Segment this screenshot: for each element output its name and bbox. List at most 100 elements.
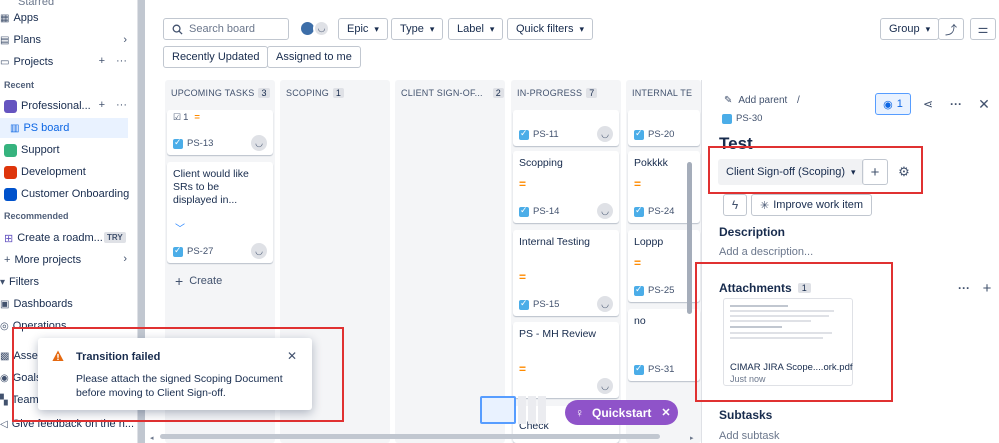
issue-key-text: PS-24: [648, 206, 675, 217]
column-title: INTERNAL TE: [632, 88, 693, 98]
scroll-right-icon[interactable]: ▸: [690, 434, 698, 442]
more-icon[interactable]: ···: [116, 55, 127, 67]
sidebar-item-feedback[interactable]: ◁ Give feedback on the n...: [0, 414, 134, 434]
card-ps-11[interactable]: PS-11 ◡: [513, 110, 619, 146]
sidebar-item-create-roadmap[interactable]: ⊞ Create a roadm...: [4, 228, 103, 248]
sidebar-item-development[interactable]: Development: [4, 162, 86, 182]
card-ps-31[interactable]: no PS-31: [628, 309, 700, 381]
add-subtask-field[interactable]: Add subtask: [719, 430, 780, 442]
sidebar-item-assets[interactable]: ▩ Asset: [0, 346, 41, 366]
minimap-viewport[interactable]: [480, 396, 516, 424]
task-icon: [173, 245, 183, 257]
quickstart-button[interactable]: ♀ Quickstart ✕: [565, 400, 678, 425]
assignee-avatar-icon[interactable]: ◡: [251, 135, 267, 151]
lightning-icon[interactable]: ϟ: [723, 194, 747, 216]
epic-filter-button[interactable]: Epic ▾: [338, 18, 388, 40]
priority-low-icon: ﹀: [175, 224, 185, 235]
type-filter-button[interactable]: Type ▾: [391, 18, 444, 40]
issue-key: PS-25: [634, 284, 674, 296]
description-field[interactable]: Add a description...: [719, 246, 813, 258]
share-icon[interactable]: ⋖: [916, 93, 940, 115]
sidebar-item-goals[interactable]: ◉ Goals: [0, 368, 41, 388]
sidebar-item-plans[interactable]: ▤ Plans: [0, 30, 41, 50]
add-parent-label: Add parent: [738, 95, 788, 106]
attachment-card[interactable]: CIMAR JIRA Scope....ork.pdf Just now: [723, 298, 853, 386]
assignee-avatar-icon[interactable]: ◡: [597, 378, 613, 394]
lightbulb-icon: ♀: [575, 405, 584, 420]
status-dropdown[interactable]: Client Sign-off (Scoping) ▾: [718, 159, 864, 185]
sidebar-item-filters[interactable]: ▾ Filters: [0, 272, 39, 292]
improve-work-item-button[interactable]: ✳ Improve work item: [751, 194, 873, 216]
attachments-count: 1: [797, 283, 811, 293]
eye-icon: ◉: [883, 98, 893, 111]
sidebar-item-support[interactable]: Support: [4, 140, 60, 160]
assignee-avatar-icon[interactable]: ◡: [251, 243, 267, 259]
column-header: IN-PROGRESS 7: [517, 88, 598, 98]
add-icon[interactable]: +: [862, 159, 888, 185]
card-ps-14[interactable]: Scopping = PS-14 ◡: [513, 151, 619, 223]
chevron-down-icon: ▾: [429, 23, 435, 34]
automation-gear-icon[interactable]: ⚙: [891, 159, 917, 185]
sidebar-item-label: PS board: [23, 122, 70, 134]
assignee-avatar-icon[interactable]: ◡: [597, 203, 613, 219]
sidebar-item-projects[interactable]: ▭ Projects: [0, 52, 53, 72]
sidebar-item-operations[interactable]: ◎ Operations: [0, 316, 67, 336]
chevron-right-icon[interactable]: ›: [123, 34, 127, 46]
sidebar-item-label: Filters: [9, 276, 39, 288]
card-ps-15[interactable]: Internal Testing = PS-15 ◡: [513, 230, 619, 316]
issue-title[interactable]: Test: [719, 134, 753, 154]
card-ps-20[interactable]: PS-20: [628, 110, 700, 146]
add-attachment-icon[interactable]: +: [978, 279, 996, 297]
more-actions-icon[interactable]: ···: [944, 93, 968, 115]
watch-button[interactable]: ◉ 1: [875, 93, 911, 115]
issue-key-text: PS-15: [533, 299, 560, 310]
sidebar-item-ps-board[interactable]: ▥ PS board: [0, 118, 128, 138]
card-ps-mh-review[interactable]: PS - MH Review = ◡: [513, 322, 619, 398]
column-scrollbar[interactable]: [687, 162, 692, 314]
column-count: 7: [586, 88, 598, 98]
sidebar-item-professional[interactable]: Professional...: [4, 96, 91, 116]
issue-key-text: PS-13: [187, 138, 214, 149]
issue-key: PS-27: [173, 245, 213, 257]
add-project-icon[interactable]: +: [99, 55, 105, 67]
close-icon[interactable]: ✕: [972, 93, 996, 115]
assigned-to-me-filter[interactable]: Assigned to me: [267, 46, 361, 68]
sidebar-item-more-projects[interactable]: + More projects: [4, 250, 81, 270]
close-icon[interactable]: ✕: [287, 349, 297, 363]
recently-updated-filter[interactable]: Recently Updated: [163, 46, 269, 68]
sidebar-item-customer-onboarding[interactable]: Customer Onboarding: [4, 184, 129, 204]
close-icon[interactable]: ✕: [661, 406, 670, 419]
insights-icon[interactable]: ⤴: [938, 18, 964, 40]
unassigned-avatar-icon[interactable]: ◡: [313, 20, 330, 37]
group-button[interactable]: Group ▾: [880, 18, 940, 40]
column-header: INTERNAL TE: [632, 88, 692, 98]
issue-key-link[interactable]: PS-30: [722, 113, 762, 124]
attachments-more-icon[interactable]: ···: [954, 279, 974, 297]
priority-medium-icon: =: [634, 256, 642, 270]
board-horizontal-scrollbar[interactable]: [160, 434, 660, 439]
add-icon[interactable]: +: [99, 99, 105, 111]
megaphone-icon: ◁: [0, 418, 8, 430]
add-parent-button[interactable]: ✎ Add parent: [724, 95, 787, 106]
scroll-left-icon[interactable]: ◂: [150, 434, 158, 442]
issue-key: PS-24: [634, 205, 675, 217]
assignee-avatar-icon[interactable]: ◡: [597, 296, 613, 312]
assignee-avatar-icon[interactable]: ◡: [597, 126, 613, 142]
card-ps-13[interactable]: ☑ 1 = PS-13 ◡: [167, 110, 273, 155]
view-settings-icon[interactable]: ⚌: [970, 18, 996, 40]
sidebar-item-dashboards[interactable]: ▣ Dashboards: [0, 294, 73, 314]
card-ps-27[interactable]: Client would like SRs to be displayed in…: [167, 162, 273, 263]
board-minimap[interactable]: [480, 396, 554, 424]
chevron-right-icon[interactable]: ›: [123, 253, 127, 265]
column-header: CLIENT SIGN-OF... 2: [401, 88, 504, 98]
sidebar-item-teams[interactable]: ▚ Team: [0, 390, 39, 410]
quick-filters-button[interactable]: Quick filters ▾: [507, 18, 593, 40]
label-filter-button[interactable]: Label ▾: [448, 18, 504, 40]
priority-medium-icon: =: [519, 362, 527, 376]
sidebar-item-apps[interactable]: ▦ Apps: [0, 8, 39, 28]
more-icon[interactable]: ···: [116, 99, 127, 111]
card-title: Client would like SRs to be displayed in…: [173, 168, 249, 206]
search-board-input[interactable]: Search board: [163, 18, 289, 40]
projects-icon: ▭: [0, 56, 10, 68]
create-button[interactable]: + Create: [175, 273, 222, 289]
